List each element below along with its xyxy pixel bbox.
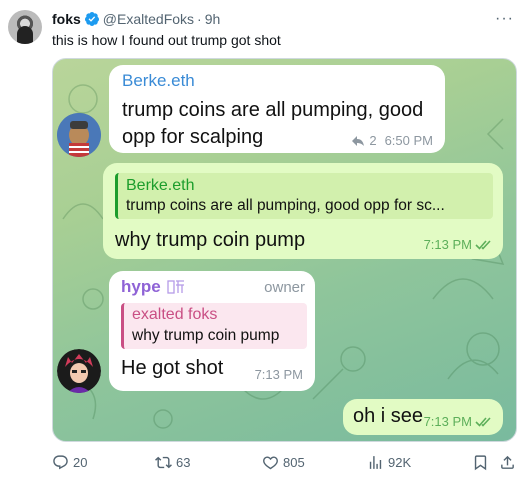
tweet-header: foks @ExaltedFoks · 9h ··· [52, 10, 522, 28]
reply-text: why trump coin pump [132, 327, 280, 344]
author-name[interactable]: foks [52, 11, 81, 27]
tweet-action-bar: 20 63 805 92K [52, 452, 517, 472]
message-bubble-1[interactable]: Berke.eth trump coins are all pumping, g… [109, 65, 445, 153]
message-bubble-3[interactable]: hype owner exalted foks why trump coin p… [109, 271, 315, 391]
tweet-time[interactable]: 9h [205, 11, 221, 27]
reply-quote[interactable]: Berke.eth trump coins are all pumping, g… [115, 173, 493, 219]
berke-avatar[interactable] [57, 113, 101, 157]
views-button[interactable]: 92K [367, 454, 411, 471]
sender-name-text[interactable]: hype [121, 277, 161, 297]
message-text: He got shot [121, 357, 224, 379]
view-count: 92K [388, 455, 412, 470]
message-meta: 7:13 PM [424, 414, 493, 429]
reply-sender: Berke.eth [126, 177, 195, 194]
more-options-icon[interactable]: ··· [495, 10, 514, 28]
reply-arrow-icon [352, 135, 365, 146]
repost-count: 63 [176, 455, 191, 470]
repost-button[interactable]: 63 [155, 454, 190, 471]
bookmark-button[interactable] [472, 454, 489, 471]
heart-icon [263, 456, 278, 470]
message-meta: 2 6:50 PM [351, 133, 433, 148]
double-check-icon [475, 240, 491, 250]
reply-sender: exalted foks [132, 306, 218, 323]
like-count: 805 [283, 455, 305, 470]
message-meta: 7:13 PM [424, 237, 493, 252]
message-text-line-2: opp for scalping [122, 126, 264, 148]
verified-badge-icon [84, 11, 100, 27]
reply-icon [53, 455, 68, 470]
share-button[interactable] [499, 454, 516, 471]
views-chart-icon [369, 456, 382, 469]
message-time: 7:13 PM [423, 414, 472, 429]
message-time: 7:13 PM [254, 367, 303, 382]
reply-quote[interactable]: exalted foks why trump coin pump [121, 303, 307, 349]
message-text: why trump coin pump [115, 229, 306, 251]
hype-avatar[interactable] [57, 349, 101, 393]
reply-count: 20 [73, 455, 88, 470]
message-time: 7:13 PM [423, 237, 472, 252]
message-bubble-2[interactable]: Berke.eth trump coins are all pumping, g… [103, 163, 503, 259]
reply-count[interactable]: 2 [369, 133, 376, 148]
message-text: oh i see [353, 405, 424, 427]
double-check-icon [475, 417, 491, 427]
message-bubble-4[interactable]: oh i see 7:13 PM [343, 399, 503, 435]
bookmark-icon [474, 455, 487, 471]
repost-icon [155, 456, 172, 469]
author-handle[interactable]: @ExaltedFoks [103, 11, 194, 27]
tweet-media-image[interactable]: Berke.eth trump coins are all pumping, g… [52, 58, 517, 442]
reply-text: trump coins are all pumping, good opp fo… [126, 197, 445, 214]
message-time: 6:50 PM [384, 133, 433, 148]
author-avatar[interactable] [8, 10, 42, 44]
tweet-text: this is how I found out trump got shot [52, 32, 281, 48]
sender-name[interactable]: Berke.eth [122, 71, 195, 91]
sender-name: hype [121, 277, 185, 297]
message-text-line-1: trump coins are all pumping, good [122, 99, 424, 121]
custom-emoji-icon [167, 280, 184, 294]
reply-button[interactable]: 20 [52, 454, 87, 471]
share-icon [501, 455, 514, 469]
separator-dot: · [197, 11, 202, 27]
like-button[interactable]: 805 [262, 454, 305, 471]
sender-role: owner [264, 279, 305, 296]
